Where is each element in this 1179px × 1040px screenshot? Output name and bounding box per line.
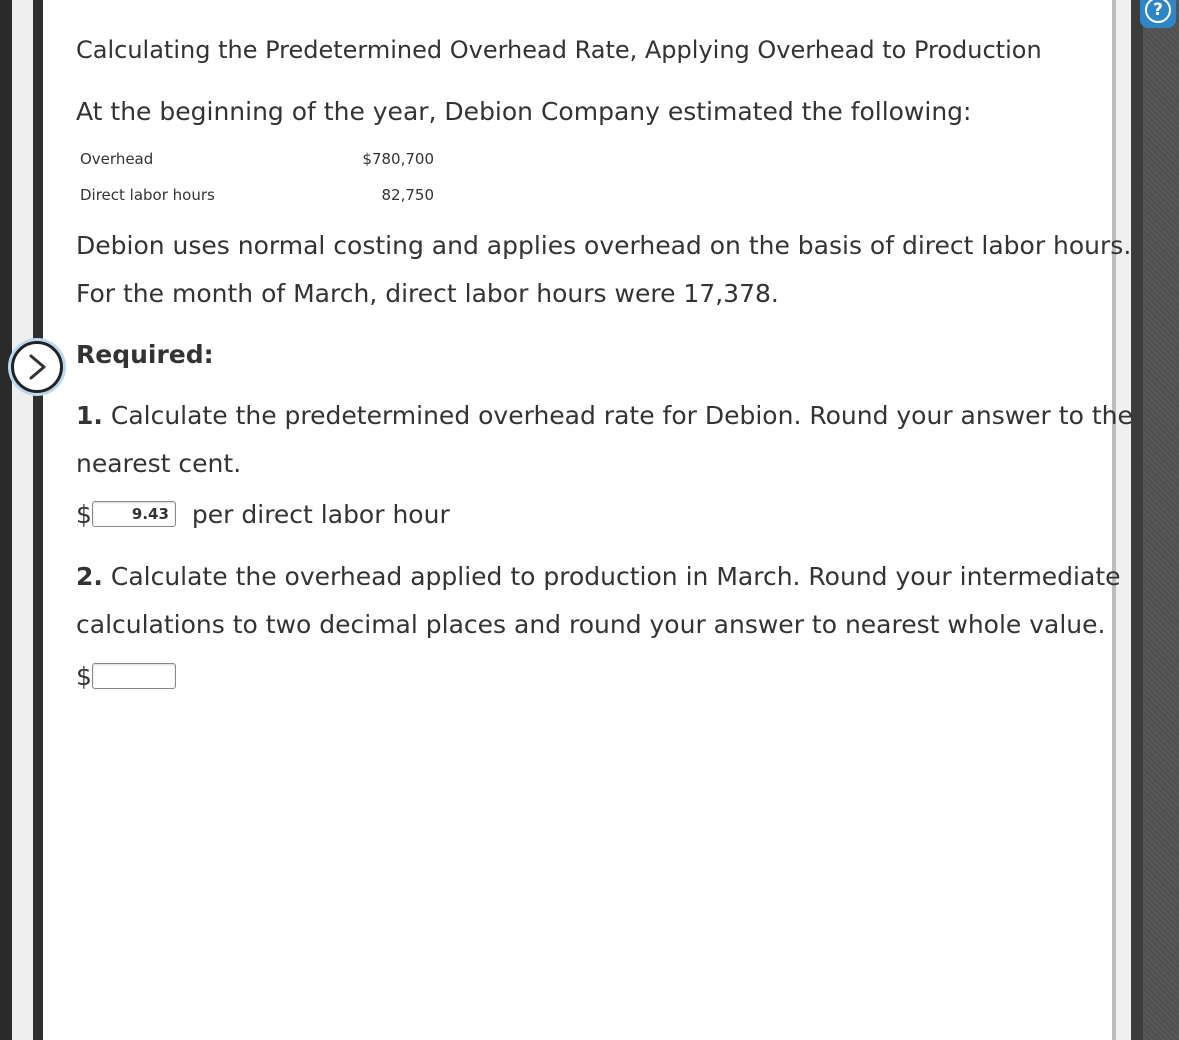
required-heading: Required: [76, 340, 214, 369]
question-1-unit: per direct labor hour [191, 499, 450, 529]
left-border [33, 0, 43, 1040]
estimate-value-overhead: $780,700 [362, 150, 434, 168]
problem-intro: At the beginning of the year, Debion Com… [76, 97, 972, 126]
left-gutter [12, 0, 33, 1040]
question-2-text: Calculate the overhead applied to produc… [110, 562, 1121, 591]
question-2-currency: $ [76, 661, 92, 691]
question-2-line-1: 2. Calculate the overhead applied to pro… [76, 562, 1121, 591]
right-panel-strip [1131, 0, 1143, 1040]
help-icon: ? [1145, 0, 1171, 23]
expand-toggle-button[interactable] [11, 341, 63, 393]
question-2-number: 2. [76, 562, 103, 591]
question-2-answer-input[interactable] [91, 663, 176, 689]
question-2-line-2: calculations to two decimal places and r… [76, 610, 1106, 639]
help-button[interactable]: ? [1140, 0, 1176, 28]
right-gutter [1116, 0, 1131, 1040]
question-1-number: 1. [76, 401, 103, 430]
question-1-line-2: nearest cent. [76, 449, 242, 478]
question-1-line-1: 1. Calculate the predetermined overhead … [76, 401, 1133, 430]
question-2-answer-row: $ [76, 661, 176, 691]
page-frame: ? Calculating the Predetermined Overhead… [0, 0, 1179, 1040]
estimate-value-direct-labor-hours: 82,750 [381, 186, 435, 204]
costing-paragraph: Debion uses normal costing and applies o… [76, 231, 1132, 260]
left-edge [0, 0, 12, 1040]
estimate-label-overhead: Overhead [80, 150, 154, 168]
problem-title: Calculating the Predetermined Overhead R… [76, 36, 1042, 64]
question-1-text: Calculate the predetermined overhead rat… [110, 401, 1133, 430]
question-1-answer-input[interactable] [91, 501, 176, 527]
chevron-right-icon [29, 354, 46, 380]
march-hours-paragraph: For the month of March, direct labor hou… [76, 279, 779, 308]
question-1-answer-row: $ per direct labor hour [76, 499, 450, 529]
question-1-currency: $ [76, 499, 92, 529]
estimate-label-direct-labor-hours: Direct labor hours [80, 186, 215, 204]
